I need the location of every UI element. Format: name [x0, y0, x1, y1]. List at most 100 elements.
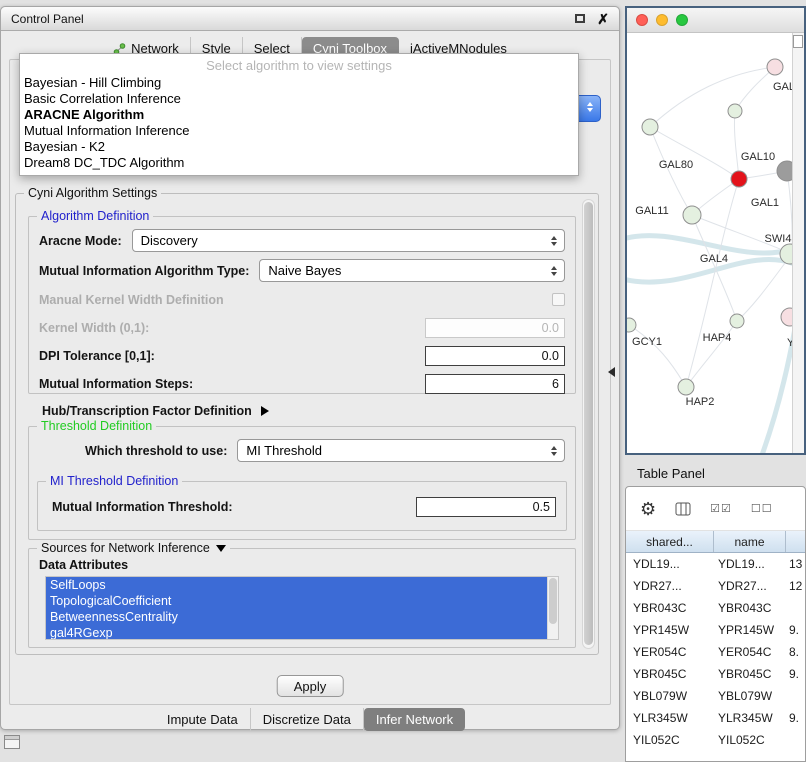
mi-steps-label: Mutual Information Steps:: [39, 377, 193, 391]
network-node-selected[interactable]: [731, 171, 747, 187]
minimize-traffic-light[interactable]: [656, 14, 668, 26]
dpi-tolerance-field[interactable]: 0.0: [425, 346, 565, 366]
network-vertical-scrollbar[interactable]: [792, 33, 804, 453]
node-label: GAL10: [741, 151, 775, 163]
minimized-panel-icon[interactable]: [4, 735, 20, 749]
table-row[interactable]: YBR043CYBR043C: [626, 597, 805, 619]
network-node[interactable]: [683, 206, 701, 224]
scrollbar-top-button[interactable]: [793, 35, 803, 48]
algorithm-option[interactable]: Basic Correlation Inference: [20, 91, 578, 107]
collapse-down-icon: [216, 545, 226, 552]
data-attributes-label: Data Attributes: [39, 558, 128, 572]
kernel-width-label: Kernel Width (0,1):: [39, 321, 149, 335]
hub-definition-expander[interactable]: Hub/Transcription Factor Definition: [42, 404, 269, 418]
mi-threshold-definition-title: MI Threshold Definition: [46, 474, 182, 488]
list-item[interactable]: SelfLoops: [46, 577, 547, 593]
node-label: GAL1: [751, 197, 779, 209]
table-row[interactable]: YDR27...YDR27...12: [626, 575, 805, 597]
mi-steps-field[interactable]: 6: [425, 374, 565, 394]
cyni-bottom-tabs: Impute Data Discretize Data Infer Networ…: [1, 708, 619, 731]
close-traffic-light[interactable]: [636, 14, 648, 26]
splitter-collapse-icon[interactable]: [608, 367, 615, 377]
which-threshold-combobox[interactable]: MI Threshold: [237, 439, 565, 462]
network-node[interactable]: [781, 308, 792, 326]
table-row[interactable]: YER054CYER054C8.: [626, 641, 805, 663]
table-row[interactable]: YIL052CYIL052C: [626, 729, 805, 751]
network-node[interactable]: [678, 379, 694, 395]
mi-algorithm-type-label: Mutual Information Algorithm Type:: [39, 264, 249, 278]
node-label: HAP2: [686, 396, 715, 408]
network-window-titlebar[interactable]: [627, 8, 804, 33]
select-unchecked-icon[interactable]: ☐☐: [751, 502, 773, 515]
list-item[interactable]: TopologicalCoefficient: [46, 593, 547, 609]
node-label: GAL7: [773, 81, 792, 93]
aracne-mode-label: Aracne Mode:: [39, 234, 122, 248]
manual-kernel-width-checkbox[interactable]: [552, 293, 565, 306]
tab-discretize-data[interactable]: Discretize Data: [251, 708, 364, 731]
dpi-tolerance-label: DPI Tolerance [0,1]:: [39, 349, 155, 363]
algorithm-option[interactable]: Mutual Information Inference: [20, 123, 578, 139]
node-label: SWI4: [765, 233, 792, 245]
zoom-traffic-light[interactable]: [676, 14, 688, 26]
algorithm-placeholder-option[interactable]: Select algorithm to view settings: [20, 57, 578, 75]
mi-threshold-definition-group: MI Threshold Definition Mutual Informati…: [37, 481, 567, 531]
list-item[interactable]: gal4RGexp: [46, 625, 547, 640]
sources-group: Sources for Network Inference Data Attri…: [28, 548, 576, 648]
kernel-width-field[interactable]: 0.0: [425, 318, 565, 338]
gear-icon[interactable]: ⚙: [640, 500, 656, 518]
table-row[interactable]: YDL19...YDL19...13: [626, 553, 805, 575]
network-node[interactable]: [730, 314, 744, 328]
network-node[interactable]: [777, 161, 792, 181]
network-node[interactable]: [627, 318, 636, 332]
node-label: GAL11: [635, 205, 668, 217]
algorithm-option-selected[interactable]: ARACNE Algorithm: [20, 107, 578, 123]
algorithm-definition-group: Algorithm Definition Aracne Mode: Discov…: [28, 216, 576, 394]
table-row[interactable]: YLR345WYLR345W9.: [626, 707, 805, 729]
control-panel-titlebar[interactable]: Control Panel ✗: [1, 7, 619, 31]
tab-infer-network[interactable]: Infer Network: [364, 708, 465, 731]
table-header: shared... name: [626, 531, 805, 553]
network-node[interactable]: [767, 59, 783, 75]
apply-button[interactable]: Apply: [277, 675, 344, 697]
table-panel-window: ⚙ ☑☑ ☐☐ shared... name YDL19...YDL19...1…: [625, 486, 806, 762]
control-panel-window: Control Panel ✗ Network Style Select Cyn…: [0, 6, 620, 730]
close-icon[interactable]: ✗: [597, 12, 609, 26]
float-window-icon[interactable]: [575, 14, 585, 23]
node-label: GCY1: [632, 336, 662, 348]
network-node[interactable]: [642, 119, 658, 135]
mi-threshold-field[interactable]: 0.5: [416, 497, 556, 517]
tab-impute-data[interactable]: Impute Data: [155, 708, 251, 731]
sources-expander[interactable]: Sources for Network Inference: [37, 541, 230, 555]
table-row[interactable]: YBR045CYBR045C9.: [626, 663, 805, 685]
threshold-definition-title: Threshold Definition: [37, 419, 156, 433]
combo-arrows-icon: [551, 446, 557, 456]
algorithm-definition-title: Algorithm Definition: [37, 209, 153, 223]
network-canvas[interactable]: GAL7 GAL80 GAL10 GAL11 GAL1 SWI4 GAL4 GC…: [627, 33, 792, 455]
column-header-name[interactable]: name: [714, 531, 786, 552]
list-item[interactable]: BetweennessCentrality: [46, 609, 547, 625]
select-checked-icon[interactable]: ☑☑: [710, 502, 732, 515]
aracne-mode-combobox[interactable]: Discovery: [132, 229, 565, 252]
list-scrollbar[interactable]: [547, 577, 558, 639]
combo-arrows-icon: [551, 236, 557, 246]
data-attributes-listbox: SelfLoops TopologicalCoefficient Between…: [45, 576, 559, 640]
table-row[interactable]: YPR145WYPR145W9.: [626, 619, 805, 641]
mi-algorithm-type-combobox[interactable]: Naive Bayes: [259, 259, 565, 282]
algorithm-option[interactable]: Bayesian - Hill Climbing: [20, 75, 578, 91]
window-title: Control Panel: [11, 12, 84, 26]
table-columns-icon[interactable]: [675, 502, 691, 516]
hub-definition-label: Hub/Transcription Factor Definition: [42, 404, 252, 418]
settings-scrollbar[interactable]: [582, 199, 595, 649]
node-label: HAP4: [703, 332, 732, 344]
combo-arrows-icon: [587, 102, 593, 112]
manual-kernel-width-label: Manual Kernel Width Definition: [39, 293, 224, 307]
table-row[interactable]: YBL079WYBL079W: [626, 685, 805, 707]
algorithm-option[interactable]: Dream8 DC_TDC Algorithm: [20, 155, 578, 171]
table-toolbar: ⚙ ☑☑ ☐☐: [626, 487, 805, 531]
algorithm-option[interactable]: Bayesian - K2: [20, 139, 578, 155]
column-header-shared-name[interactable]: shared...: [626, 531, 714, 552]
column-header-partial[interactable]: [786, 531, 805, 552]
network-node[interactable]: [728, 104, 742, 118]
table-body: YDL19...YDL19...13 YDR27...YDR27...12 YB…: [626, 553, 805, 751]
which-threshold-label: Which threshold to use:: [85, 444, 227, 458]
